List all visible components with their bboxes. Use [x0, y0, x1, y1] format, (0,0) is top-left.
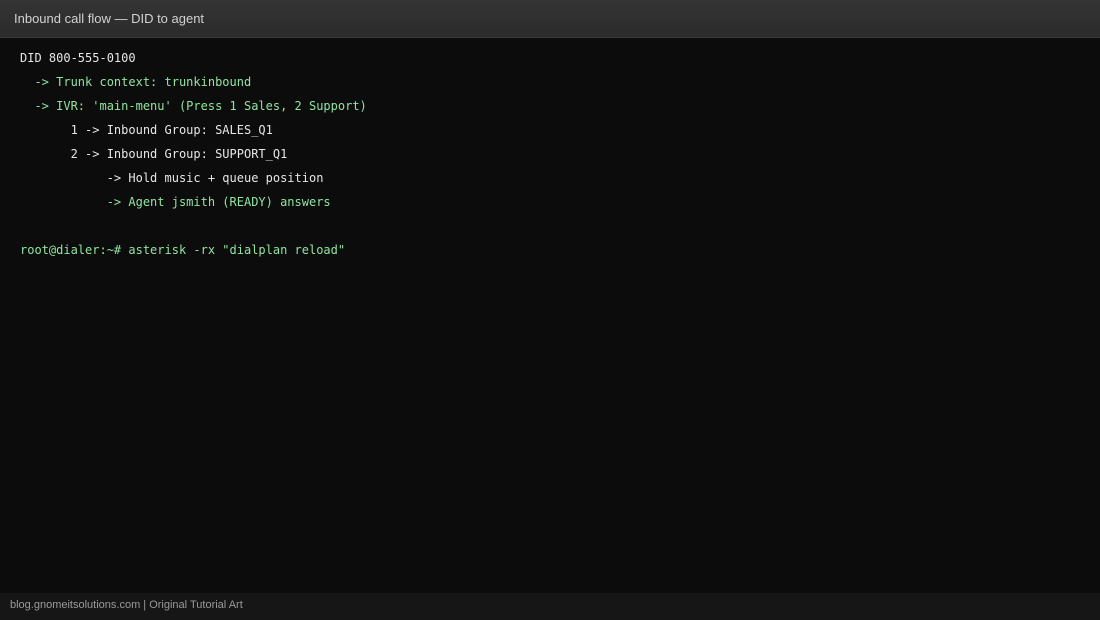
- footer-bar: blog.gnomeitsolutions.com | Original Tut…: [0, 593, 1100, 620]
- terminal-line-did: DID 800-555-0100: [20, 51, 136, 65]
- terminal-line-sales-group: 1 -> Inbound Group: SALES_Q1: [20, 123, 273, 137]
- terminal-line-ivr: -> IVR: 'main-menu' (Press 1 Sales, 2 Su…: [20, 99, 367, 113]
- terminal-output[interactable]: DID 800-555-0100 -> Trunk context: trunk…: [20, 47, 1080, 577]
- footer-credit: blog.gnomeitsolutions.com | Original Tut…: [10, 599, 243, 611]
- terminal-line-trunk-context: -> Trunk context: trunkinbound: [20, 75, 252, 89]
- terminal-prompt-command: root@dialer:~# asterisk -rx "dialplan re…: [20, 243, 346, 257]
- terminal-line-agent-answers: -> Agent jsmith (READY) answers: [20, 195, 331, 209]
- terminal-line-support-group: 2 -> Inbound Group: SUPPORT_Q1: [20, 147, 288, 161]
- terminal-line-hold-music: -> Hold music + queue position: [20, 171, 324, 185]
- title-bar[interactable]: Inbound call flow — DID to agent: [0, 0, 1100, 38]
- window-title: Inbound call flow — DID to agent: [14, 11, 205, 26]
- terminal-window: Inbound call flow — DID to agent DID 800…: [0, 0, 1100, 620]
